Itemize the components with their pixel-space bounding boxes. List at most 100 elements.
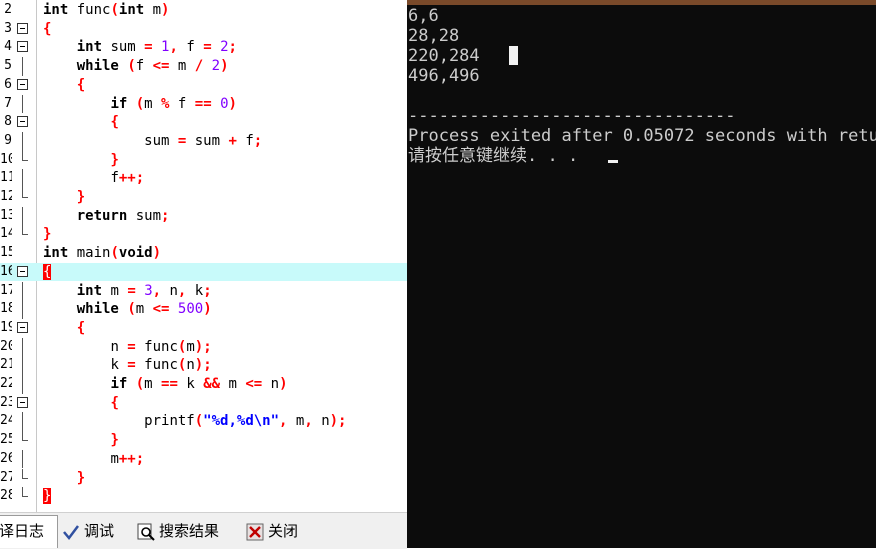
fold-end-marker [22,188,28,198]
line-number: 25 [0,432,12,448]
code-text: return sum; [76,207,170,224]
code-line[interactable]: 17 int m = 3, n, k; [0,281,407,301]
code-text: f++; [110,170,145,187]
console-output-line: 496,496 [408,66,480,86]
code-text: } [110,151,119,168]
tab-search-results[interactable]: 搜索结果 [137,517,219,545]
line-number: 2 [4,2,12,17]
line-number: 27 [0,469,12,485]
line-number: 3 [4,20,12,36]
code-line[interactable]: 13 return sum; [0,206,407,226]
console-underline-cursor [608,160,618,163]
line-number: 26 [0,450,12,466]
fold-guide [22,206,23,226]
line-number: 6 [4,76,12,92]
line-number: 22 [0,376,12,391]
code-line[interactable]: 23 { [0,394,407,413]
code-text: { [110,394,119,411]
tab-debug[interactable]: 调试 [62,517,114,545]
line-number: 21 [0,357,12,373]
line-number: 9 [4,132,12,148]
code-line[interactable]: 22 if (m == k && m <= n) [0,375,407,394]
code-editor[interactable]: 2 int func(int m) 3{4 int sum = 1, f = 2; 5… [0,0,407,512]
code-line[interactable]: 7 if (m % f == 0) [0,94,407,114]
search-results-icon [137,523,155,541]
code-line[interactable]: 18 while (m <= 500) [0,300,407,319]
tab-debug-label: 调试 [84,522,115,540]
code-line[interactable]: 8 { [0,113,407,132]
console-prompt: 请按任意键继续. . . [408,146,579,166]
console-title-strip [407,0,876,5]
code-text: { [43,20,52,37]
fold-guide [22,449,23,469]
code-text: { [43,263,52,280]
line-number: 7 [4,95,12,111]
code-line[interactable]: 5 while (f <= m / 2) [0,57,407,76]
code-line[interactable]: 27 } [0,468,407,488]
code-line[interactable]: 14} [0,225,407,244]
code-line[interactable]: 21 k = func(n); [0,356,407,375]
checkmark-icon [63,524,79,540]
code-text: printf("%d,%d\n", m, n); [144,413,347,430]
fold-guide [22,356,23,375]
fold-toggle-icon[interactable] [17,396,28,408]
line-number: 5 [4,58,12,74]
line-number: 19 [0,319,12,335]
tab-compile-log[interactable]: 译日志 [0,515,58,548]
code-text: } [76,469,86,486]
fold-guide [22,131,23,151]
line-number: 11 [0,170,12,186]
code-line[interactable]: 3{ [0,20,407,39]
console-exit-message: Process exited after 0.05072 seconds wit… [408,126,876,146]
code-line[interactable]: 10 } [0,150,407,170]
console-output-line: 220,284 [408,46,480,66]
code-line[interactable]: 9 sum = sum + f; [0,131,407,151]
code-text: m++; [110,450,145,467]
fold-toggle-icon[interactable] [17,41,28,53]
fold-toggle-icon[interactable] [17,321,28,333]
fold-toggle-icon[interactable] [17,78,28,90]
tab-close[interactable]: 关闭 [246,517,298,545]
code-text: k = func(n); [110,357,212,374]
code-text: } [76,189,86,205]
code-line[interactable]: 19 { [0,319,407,338]
tab-compile-log-label: 译日志 [0,522,45,540]
code-line[interactable]: 24 printf("%d,%d\n", m, n); [0,412,407,432]
code-line[interactable]: 26 m++; [0,449,407,469]
line-number: 12 [0,189,12,204]
code-line[interactable]: 2 int func(int m) [0,1,407,20]
fold-guide [22,375,23,394]
console-window[interactable]: 6,6 28,28 220,284 496,496 --------------… [407,0,876,548]
code-text: { [76,76,86,93]
code-line[interactable]: 20 n = func(m); [0,337,407,357]
fold-guide [22,169,23,188]
code-line[interactable]: 15 int main(void) [0,244,407,263]
code-line[interactable]: 4 int sum = 1, f = 2; [0,38,407,57]
fold-toggle-icon[interactable] [17,265,28,277]
code-text: } [110,432,119,449]
code-text: } [43,488,52,505]
fold-toggle-icon[interactable] [17,22,28,34]
line-number: 20 [0,338,12,354]
code-line[interactable]: 6 { [0,76,407,95]
code-text: { [110,114,119,131]
code-line[interactable]: 28} [0,487,407,506]
fold-guide [22,412,23,432]
code-line[interactable]: 11 f++; [0,169,407,188]
line-number: 24 [0,413,12,429]
code-line[interactable]: 25 } [0,431,407,450]
console-separator: -------------------------------- [408,106,736,126]
line-number: 16 [0,263,12,279]
fold-end-marker [22,487,28,498]
code-text: int main(void) [43,245,162,262]
line-number: 15 [0,245,12,261]
code-line[interactable]: 12 } [0,188,407,207]
code-text: { [76,319,86,336]
close-icon [246,523,264,540]
line-number: 10 [0,151,12,167]
fold-guide [22,94,23,114]
code-line[interactable]: 16 { [0,262,407,282]
fold-toggle-icon[interactable] [17,116,28,128]
line-number: 23 [0,394,12,410]
line-number: 4 [4,39,12,55]
